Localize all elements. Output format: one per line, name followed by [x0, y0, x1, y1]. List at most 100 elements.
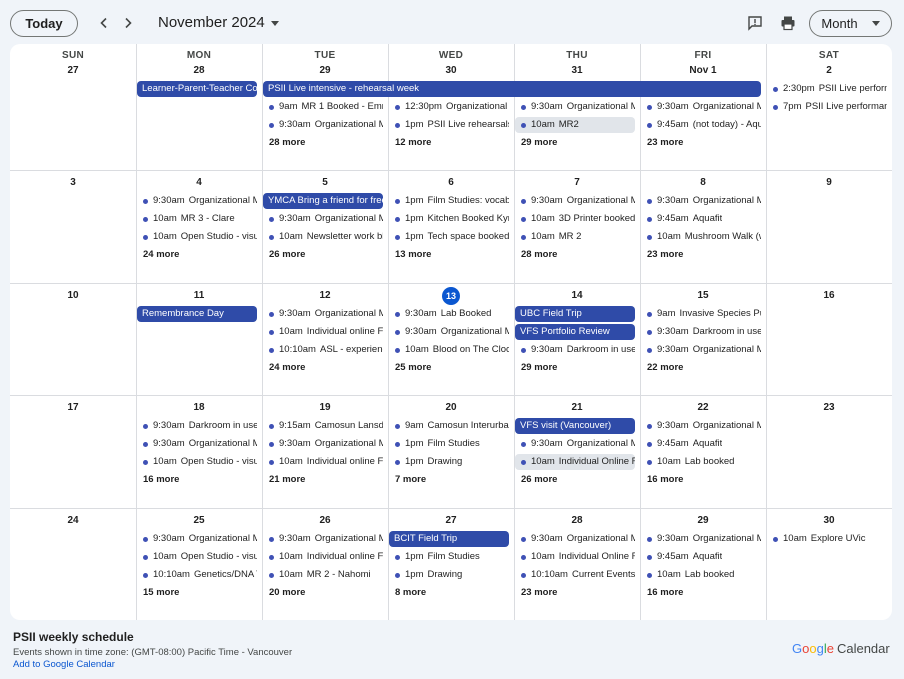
date-number[interactable]: 27	[388, 514, 514, 528]
date-number[interactable]: 24	[10, 514, 136, 528]
more-events-link[interactable]: 26 more	[515, 473, 557, 487]
all-day-event[interactable]: BCIT Field Trip	[389, 531, 509, 547]
timed-event[interactable]: 10am Individual online Fr	[263, 454, 383, 470]
date-number[interactable]: 15	[640, 289, 766, 303]
timed-event[interactable]: 9:30am Organizational M	[137, 193, 257, 209]
timed-event[interactable]: 1pm Drawing	[389, 567, 509, 583]
timed-event[interactable]: 9:30am Lab Booked	[389, 306, 509, 322]
timed-event[interactable]: 10:10am Genetics/DNA T	[137, 567, 257, 583]
timed-event[interactable]: 10am MR2	[515, 117, 635, 133]
date-number[interactable]: 16	[766, 289, 892, 303]
timed-event[interactable]: 1pm Kitchen Booked Kyra	[389, 211, 509, 227]
timed-event[interactable]: 9:30am Darkroom in use	[515, 342, 635, 358]
more-events-link[interactable]: 12 more	[389, 136, 431, 150]
all-day-event[interactable]: Learner-Parent-Teacher Co	[137, 81, 257, 97]
timed-event[interactable]: 9:15am Camosun Lansdo	[263, 418, 383, 434]
all-day-event[interactable]: PSII Live intensive - rehearsal week	[263, 81, 761, 97]
more-events-link[interactable]: 28 more	[263, 136, 305, 150]
timed-event[interactable]: 9am Camosun Interurba	[389, 418, 509, 434]
date-number[interactable]: 6	[388, 176, 514, 190]
timed-event[interactable]: 10am Individual Online F	[515, 549, 635, 565]
timed-event[interactable]: 10am Open Studio - visu	[137, 549, 257, 565]
timed-event[interactable]: 10am Open Studio - visu	[137, 229, 257, 245]
date-number[interactable]: 25	[136, 514, 262, 528]
date-number[interactable]: 31	[514, 64, 640, 78]
date-number[interactable]: 18	[136, 401, 262, 415]
timed-event[interactable]: 10am MR 2	[515, 229, 635, 245]
more-events-link[interactable]: 16 more	[641, 473, 683, 487]
date-number[interactable]: 29	[640, 514, 766, 528]
more-events-link[interactable]: 26 more	[263, 248, 305, 262]
date-number[interactable]: 20	[388, 401, 514, 415]
more-events-link[interactable]: 23 more	[515, 586, 557, 600]
more-events-link[interactable]: 21 more	[263, 473, 305, 487]
timed-event[interactable]: 9:45am Aquafit	[641, 549, 761, 565]
timed-event[interactable]: 9:30am Darkroom in use	[641, 324, 761, 340]
timed-event[interactable]: 10am Lab booked	[641, 454, 761, 470]
more-events-link[interactable]: 24 more	[137, 248, 179, 262]
timed-event[interactable]: 1pm PSII Live rehearsals	[389, 117, 509, 133]
timed-event[interactable]: 10am Blood on The Clock	[389, 342, 509, 358]
timed-event[interactable]: 9:30am Organizational M	[263, 117, 383, 133]
timed-event[interactable]: 10am 3D Printer booked	[515, 211, 635, 227]
date-number[interactable]: 17	[10, 401, 136, 415]
timed-event[interactable]: 10am Explore UVic	[767, 531, 887, 547]
next-month-button[interactable]	[118, 13, 138, 33]
timed-event[interactable]: 9:45am (not today) - Aqu	[641, 117, 761, 133]
date-number[interactable]: 11	[136, 289, 262, 303]
timed-event[interactable]: 1pm Film Studies	[389, 436, 509, 452]
date-number[interactable]: 22	[640, 401, 766, 415]
timed-event[interactable]: 10am MR 3 - Clare	[137, 211, 257, 227]
timed-event[interactable]: 7pm PSII Live performan	[767, 99, 887, 115]
timed-event[interactable]: 10am Lab booked	[641, 567, 761, 583]
prev-month-button[interactable]	[94, 13, 114, 33]
date-number[interactable]: 8	[640, 176, 766, 190]
date-number[interactable]: 14	[514, 289, 640, 303]
add-to-google-calendar-link[interactable]: Add to Google Calendar	[13, 659, 115, 670]
date-number[interactable]: 29	[262, 64, 388, 78]
date-number[interactable]: 5	[262, 176, 388, 190]
timed-event[interactable]: 1pm Film Studies: vocabu	[389, 193, 509, 209]
all-day-event[interactable]: VFS Portfolio Review	[515, 324, 635, 340]
more-events-link[interactable]: 8 more	[389, 586, 426, 600]
timed-event[interactable]: 9:30am Organizational M	[263, 211, 383, 227]
date-number[interactable]: 21	[514, 401, 640, 415]
timed-event[interactable]: 10am Open Studio - visu	[137, 454, 257, 470]
timed-event[interactable]: 1pm Drawing	[389, 454, 509, 470]
timed-event[interactable]: 9:30am Organizational M	[515, 193, 635, 209]
timed-event[interactable]: 2:30pm PSII Live perform	[767, 81, 887, 97]
date-number[interactable]: 28	[514, 514, 640, 528]
timed-event[interactable]: 9:30am Darkroom in use	[137, 418, 257, 434]
date-number[interactable]: 19	[262, 401, 388, 415]
date-number[interactable]: 12	[262, 289, 388, 303]
more-events-link[interactable]: 29 more	[515, 136, 557, 150]
all-day-event[interactable]: UBC Field Trip	[515, 306, 635, 322]
all-day-event[interactable]: VFS visit (Vancouver)	[515, 418, 635, 434]
timed-event[interactable]: 9:30am Organizational M	[641, 342, 761, 358]
today-date[interactable]: 13	[442, 287, 460, 305]
timed-event[interactable]: 10:10am ASL - experienc	[263, 342, 383, 358]
date-number[interactable]: 27	[10, 64, 136, 78]
timed-event[interactable]: 12:30pmOrganizational M	[389, 99, 509, 115]
google-calendar-logo[interactable]: Google Calendar	[792, 641, 890, 656]
more-events-link[interactable]: 29 more	[515, 361, 557, 375]
date-number[interactable]: 26	[262, 514, 388, 528]
timed-event[interactable]: 9:30am Organizational M	[389, 324, 509, 340]
timed-event[interactable]: 1pm Tech space booked	[389, 229, 509, 245]
timed-event[interactable]: 10am MR 2 - Nahomi	[263, 567, 383, 583]
date-number[interactable]: 2	[766, 64, 892, 78]
date-number[interactable]: 30	[766, 514, 892, 528]
timed-event[interactable]: 9:30am Organizational M	[263, 531, 383, 547]
timed-event[interactable]: 10am Newsletter work bl	[263, 229, 383, 245]
feedback-button[interactable]	[745, 13, 765, 33]
timed-event[interactable]: 9:30am Organizational M	[641, 193, 761, 209]
more-events-link[interactable]: 25 more	[389, 361, 431, 375]
more-events-link[interactable]: 28 more	[515, 248, 557, 262]
timed-event[interactable]: 9:30am Organizational M	[515, 436, 635, 452]
more-events-link[interactable]: 13 more	[389, 248, 431, 262]
date-number[interactable]: 23	[766, 401, 892, 415]
timed-event[interactable]: 9:45am Aquafit	[641, 211, 761, 227]
date-number[interactable]: 9	[766, 176, 892, 190]
timed-event[interactable]: 10:10amCurrent Events a	[515, 567, 635, 583]
timed-event[interactable]: 9:30am Organizational M	[137, 531, 257, 547]
